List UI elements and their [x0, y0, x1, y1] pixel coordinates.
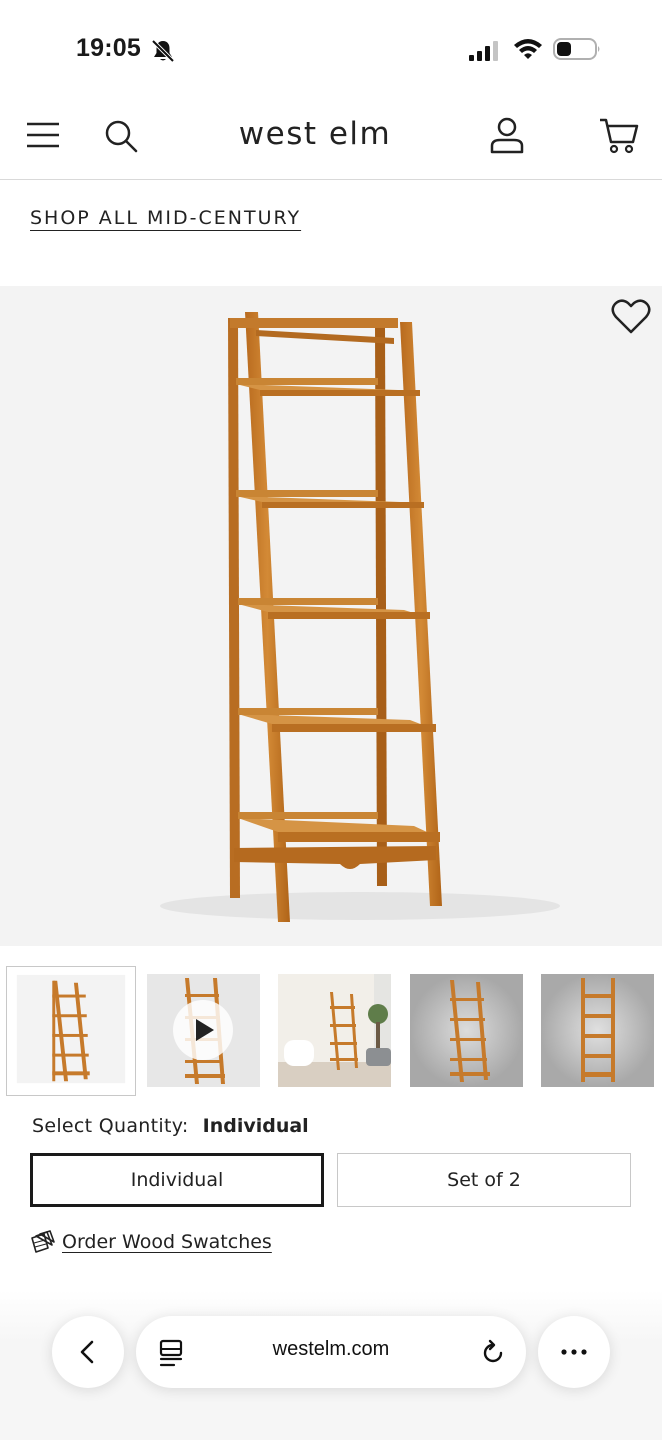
account-icon[interactable] [488, 116, 526, 156]
more-icon [561, 1349, 587, 1355]
reload-icon[interactable] [478, 1338, 508, 1368]
browser-more-button[interactable] [538, 1316, 610, 1388]
status-bar: 19:05 [0, 0, 662, 96]
option-set-of-2-button[interactable]: Set of 2 [337, 1153, 631, 1207]
thumb-4[interactable] [410, 974, 523, 1087]
thumb-3-room[interactable] [278, 974, 391, 1087]
cellular-signal-icon [469, 41, 498, 61]
play-icon [196, 1019, 214, 1041]
browser-url: westelm.com [272, 1338, 390, 1360]
cart-icon[interactable] [598, 116, 640, 156]
brand-logo[interactable]: west elm [0, 116, 630, 152]
thumb-1[interactable] [6, 966, 136, 1096]
bell-slash-icon [151, 39, 175, 63]
ladder-bookshelf-image [160, 312, 560, 922]
back-chevron-icon [80, 1340, 94, 1364]
thumbnail-strip [6, 966, 662, 1096]
wifi-icon [514, 39, 542, 59]
order-wood-swatches-link[interactable]: Order Wood Swatches [62, 1231, 272, 1253]
shop-all-link[interactable]: SHOP ALL MID-CENTURY [30, 207, 301, 229]
battery-icon [553, 38, 600, 60]
browser-address-bar[interactable]: westelm.com [136, 1316, 526, 1388]
wood-swatches-row: Order Wood Swatches [30, 1227, 272, 1257]
play-button[interactable] [173, 1000, 233, 1060]
quantity-label: Select Quantity: [32, 1115, 189, 1137]
thumb-room-image [278, 974, 391, 1087]
thumb-2-video[interactable] [147, 974, 260, 1087]
swatch-icon [31, 1230, 55, 1253]
thumb-product-image [7, 967, 135, 1095]
status-time: 19:05 [76, 34, 141, 62]
thumb-5[interactable] [541, 974, 654, 1087]
quantity-value: Individual [202, 1115, 309, 1137]
browser-back-button[interactable] [52, 1316, 124, 1388]
site-header: west elm [0, 96, 662, 180]
quantity-selector-label: Select Quantity: Individual [32, 1115, 309, 1137]
heart-icon[interactable] [610, 298, 652, 336]
product-image[interactable] [0, 286, 662, 946]
thumb-grey-image-1 [410, 974, 523, 1087]
option-individual-button[interactable]: Individual [30, 1153, 324, 1207]
thumb-grey-image-2 [541, 974, 654, 1087]
